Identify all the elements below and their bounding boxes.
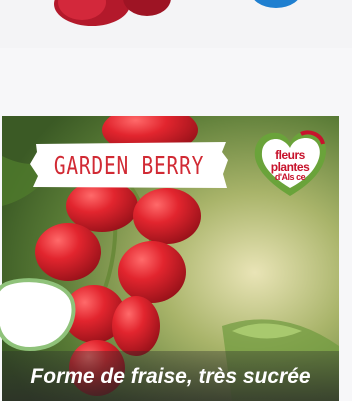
product-title: GARDEN BERRY xyxy=(53,150,205,180)
logo-text-alsace: d'Als ce xyxy=(274,172,306,182)
decorative-blob xyxy=(0,278,76,351)
product-tagline: Forme de fraise, très sucrée xyxy=(30,365,311,388)
previous-product-image[interactable] xyxy=(22,0,172,28)
heart-logo-icon: fleurs plantes d'Als ce xyxy=(251,126,329,202)
product-card[interactable]: GARDEN BERRY fleurs plantes d'Als ce For… xyxy=(2,116,339,401)
